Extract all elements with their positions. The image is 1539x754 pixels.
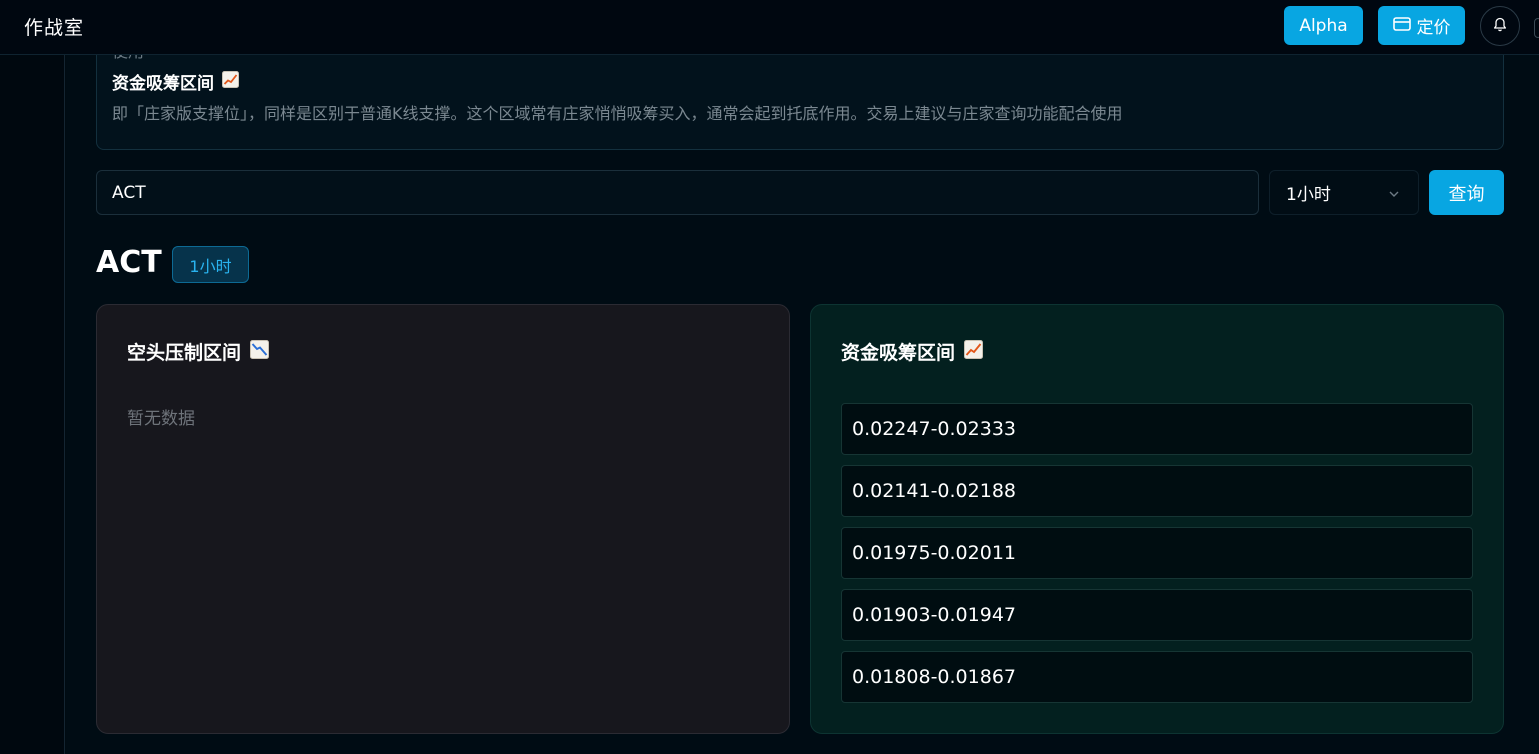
chevron-down-icon <box>1388 185 1400 205</box>
accumulation-title: 资金吸筹区间 <box>841 338 984 365</box>
info-card: 使用 资金吸筹区间 即「庄家版支撑位」，同样是区别于普通K线支撑。这个区域常有庄… <box>96 55 1504 150</box>
info-heading-label: 资金吸筹区间 <box>112 74 214 94</box>
pricing-label: 定价 <box>1416 18 1451 38</box>
notification-button[interactable] <box>1480 6 1520 46</box>
short-pressure-panel: 空头压制区间 暂无数据 <box>96 304 790 734</box>
app-title[interactable]: 作战室 <box>24 13 84 40</box>
empty-state-text: 暂无数据 <box>127 409 195 429</box>
bell-icon <box>1493 17 1507 36</box>
top-navbar: 作战室 Alpha 定价 <box>0 0 1539 55</box>
accumulation-range-list: 0.02247-0.02333 0.02141-0.02188 0.01975-… <box>841 403 1473 713</box>
chart-up-icon <box>222 70 239 93</box>
range-row[interactable]: 0.01903-0.01947 <box>841 589 1473 641</box>
interval-select-value: 1小时 <box>1286 185 1331 205</box>
short-pressure-title: 空头压制区间 <box>127 338 270 365</box>
sidebar <box>0 55 65 754</box>
info-previous-text: 使用 <box>112 55 144 62</box>
alpha-button[interactable]: Alpha <box>1284 6 1363 45</box>
main-content: 使用 资金吸筹区间 即「庄家版支撑位」，同样是区别于普通K线支撑。这个区域常有庄… <box>66 55 1539 754</box>
accumulation-panel: 资金吸筹区间 0.02247-0.02333 0.02141-0.02188 0… <box>810 304 1504 734</box>
info-heading: 资金吸筹区间 <box>112 69 239 94</box>
range-row[interactable]: 0.01975-0.02011 <box>841 527 1473 579</box>
info-description: 即「庄家版支撑位」，同样是区别于普通K线支撑。这个区域常有庄家悄悄吸筹买入，通常… <box>112 104 1123 123</box>
overflow-button[interactable] <box>1534 18 1539 38</box>
query-button[interactable]: 查询 <box>1429 170 1504 215</box>
chart-up-icon <box>964 339 984 364</box>
chart-down-icon <box>250 339 270 364</box>
range-row[interactable]: 0.01808-0.01867 <box>841 651 1473 703</box>
range-row[interactable]: 0.02247-0.02333 <box>841 403 1473 455</box>
pricing-button[interactable]: 定价 <box>1378 6 1465 45</box>
interval-select[interactable]: 1小时 <box>1269 170 1419 215</box>
symbol-search-input[interactable] <box>96 170 1259 215</box>
short-pressure-title-label: 空头压制区间 <box>127 342 242 364</box>
interval-badge: 1小时 <box>172 246 249 283</box>
accumulation-title-label: 资金吸筹区间 <box>841 342 956 364</box>
card-icon <box>1392 16 1411 36</box>
range-row[interactable]: 0.02141-0.02188 <box>841 465 1473 517</box>
result-symbol-title: ACT <box>96 245 162 280</box>
